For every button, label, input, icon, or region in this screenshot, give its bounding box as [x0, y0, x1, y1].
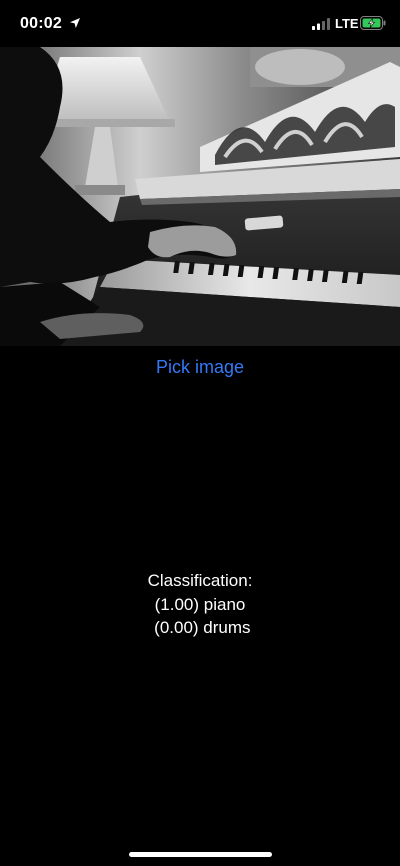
piano-photo: [0, 47, 400, 346]
classification-result: Classification: (1.00) piano (0.00) drum…: [0, 569, 400, 640]
network-type: LTE: [335, 16, 359, 31]
classification-result-line: (1.00) piano: [154, 594, 246, 614]
classification-result-line: (0.00) drums: [149, 618, 251, 637]
location-arrow-icon: [70, 18, 80, 28]
classification-heading: Classification:: [147, 571, 253, 590]
selected-image: [0, 47, 400, 346]
status-time: 00:02: [20, 15, 62, 32]
cellular-signal-icon: [312, 18, 330, 30]
pick-image-button[interactable]: Pick image: [0, 352, 400, 382]
battery-charging-icon: [360, 16, 386, 30]
home-indicator[interactable]: [129, 852, 272, 857]
status-bar: 00:02 LTE: [0, 0, 400, 47]
